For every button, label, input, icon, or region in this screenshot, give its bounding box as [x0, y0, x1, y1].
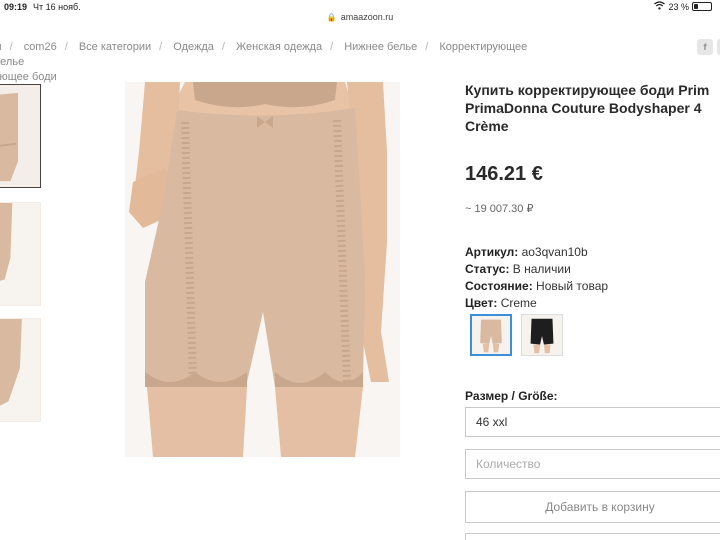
attribute-row: Статус: В наличии — [465, 261, 608, 278]
breadcrumb-item[interactable]: com26 — [24, 41, 57, 53]
attribute-row: Артикул: ao3qvan10b — [465, 244, 608, 261]
next-control[interactable] — [465, 533, 720, 540]
attribute-key: Цвет: — [465, 296, 498, 310]
status-indicators: 23 % — [654, 1, 712, 12]
url-text: amaazoon.ru — [340, 12, 394, 22]
share-button[interactable]: f — [697, 39, 713, 55]
product-thumbnail[interactable] — [0, 84, 41, 188]
product-thumbnail[interactable] — [0, 318, 41, 422]
attribute-row: Состояние: Новый товар — [465, 278, 608, 295]
breadcrumb-item[interactable]: м — [0, 41, 2, 53]
attribute-value: В наличии — [512, 262, 571, 276]
breadcrumb-item[interactable]: Нижнее белье — [344, 41, 417, 53]
attribute-value: Creme — [500, 296, 537, 310]
product-title-line: PrimaDonna Couture Bodyshaper 4 — [465, 100, 702, 116]
product-title-line: Crème — [465, 118, 509, 134]
product-price: 146.21 € — [465, 163, 543, 185]
color-swatch-creme[interactable] — [470, 314, 512, 356]
product-attributes: Артикул: ao3qvan10b Статус: В наличии Со… — [465, 244, 608, 312]
size-label: Размер / Größe: — [465, 389, 558, 403]
attribute-key: Статус: — [465, 262, 510, 276]
battery-icon — [692, 2, 712, 11]
attribute-row: Цвет: Creme — [465, 295, 608, 312]
breadcrumb-item[interactable]: Все категории — [79, 41, 151, 53]
attribute-value: Новый товар — [536, 279, 609, 293]
product-main-image[interactable] — [125, 82, 400, 457]
quantity-input[interactable]: Количество — [465, 449, 720, 479]
lock-icon: 🔒 — [326, 13, 337, 22]
product-title-line: Купить корректирующее боди Prim — [465, 82, 710, 98]
breadcrumb-item[interactable]: Одежда — [173, 41, 214, 53]
attribute-key: Состояние: — [465, 279, 533, 293]
product-title: Купить корректирующее боди Prim PrimaDon… — [465, 81, 720, 135]
attribute-key: Артикул: — [465, 245, 519, 259]
address-bar[interactable]: 🔒 amaazoon.ru — [0, 12, 720, 28]
product-price-rub: ~ 19 007.30 ₽ — [465, 203, 534, 215]
size-select[interactable]: 46 xxl — [465, 407, 720, 437]
status-date: Чт 16 нояб. — [33, 2, 81, 12]
battery-percent: 23 % — [668, 1, 689, 12]
status-time: 09:19 — [4, 2, 28, 12]
breadcrumb-item[interactable]: Женская одежда — [236, 41, 322, 53]
add-to-cart-button[interactable]: Добавить в корзину — [465, 491, 720, 523]
wifi-icon — [654, 1, 666, 12]
breadcrumb: м/ com26/ Все категории/ Одежда/ Женская… — [0, 40, 534, 85]
attribute-value: ao3qvan10b — [521, 245, 588, 259]
product-thumbnail[interactable] — [0, 202, 41, 306]
color-swatch-black[interactable] — [521, 314, 563, 356]
